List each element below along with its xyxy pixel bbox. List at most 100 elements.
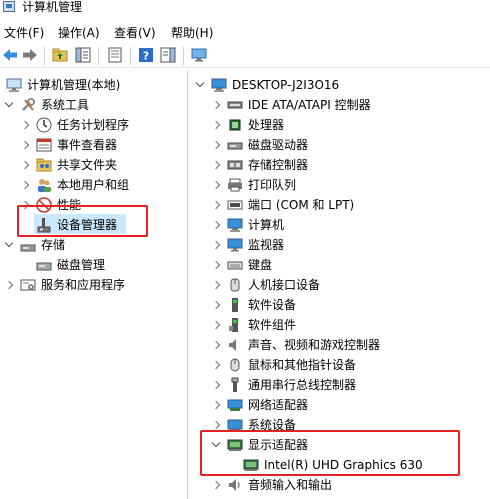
category-label: 软件设备 — [248, 298, 297, 312]
mouse-icon — [227, 357, 243, 373]
chevron-right-icon[interactable] — [4, 280, 14, 290]
tree-label: 服务和应用程序 — [41, 278, 126, 292]
event-viewer-icon — [36, 137, 52, 153]
chevron-right-icon[interactable] — [211, 280, 221, 290]
device-category[interactable]: 声音、视频和游戏控制器 — [211, 335, 380, 355]
chevron-right-icon[interactable] — [211, 120, 221, 130]
chevron-right-icon[interactable] — [211, 220, 221, 230]
title-bar: 计算机管理 — [0, 0, 490, 16]
chevron-right-icon[interactable] — [211, 300, 221, 310]
back-arrow-icon[interactable] — [2, 47, 18, 63]
tree-label: 磁盘管理 — [57, 258, 106, 272]
chevron-right-icon[interactable] — [211, 240, 221, 250]
device-category[interactable]: 计算机 — [211, 215, 284, 235]
chevron-right-icon[interactable] — [211, 400, 221, 410]
disk-drive-icon — [227, 137, 243, 153]
sound-icon — [227, 337, 243, 353]
device-category[interactable]: 端口 (COM 和 LPT) — [211, 195, 354, 215]
menu-action[interactable]: 操作(A) — [58, 24, 100, 41]
storage-controller-icon — [227, 157, 243, 173]
computer-name: DESKTOP-J2I3O16 — [232, 78, 340, 92]
device-category[interactable]: 处理器 — [211, 115, 284, 135]
chevron-right-icon[interactable] — [211, 180, 221, 190]
menu-file[interactable]: 文件(F) — [4, 24, 44, 41]
forward-arrow-icon[interactable] — [22, 47, 38, 63]
chevron-down-icon[interactable] — [4, 100, 14, 110]
window-title: 计算机管理 — [22, 0, 83, 14]
tree-item-system-tools[interactable]: 系统工具 — [4, 95, 89, 115]
tree-label: 共享文件夹 — [57, 158, 118, 172]
computer-management-icon — [6, 77, 22, 93]
chevron-right-icon[interactable] — [211, 480, 221, 490]
device-category[interactable]: 通用串行总线控制器 — [211, 375, 356, 395]
tree-item-disk-management[interactable]: 磁盘管理 — [20, 255, 105, 275]
device-category[interactable]: 打印队列 — [211, 175, 296, 195]
category-label: 音频输入和输出 — [248, 478, 333, 492]
tree-label: 系统工具 — [41, 98, 90, 112]
tree-item-event-viewer[interactable]: 事件查看器 — [20, 135, 117, 155]
ide-controller-icon — [227, 97, 243, 113]
tree-item-services-apps[interactable]: 服务和应用程序 — [4, 275, 125, 295]
up-folder-icon[interactable] — [52, 47, 68, 63]
console-tree: 计算机管理(本地) 系统工具 任务计划程序 事件查看器 共享文件夹 本地用户和组… — [0, 71, 188, 499]
tree-label: 任务计划程序 — [57, 118, 130, 132]
chevron-right-icon[interactable] — [211, 200, 221, 210]
chevron-right-icon[interactable] — [211, 380, 221, 390]
chevron-right-icon[interactable] — [211, 420, 221, 430]
category-label: 端口 (COM 和 LPT) — [248, 198, 355, 212]
monitor-icon[interactable] — [191, 47, 207, 63]
chevron-right-icon[interactable] — [211, 140, 221, 150]
tree-item-shared-folders[interactable]: 共享文件夹 — [20, 155, 117, 175]
chevron-right-icon[interactable] — [211, 340, 221, 350]
computer-icon — [227, 217, 243, 233]
device-category[interactable]: 监视器 — [211, 235, 284, 255]
toolbar: ? — [0, 44, 490, 68]
help-icon[interactable]: ? — [138, 47, 154, 63]
device-category[interactable]: 软件组件 — [211, 315, 296, 335]
chevron-right-icon[interactable] — [20, 180, 30, 190]
toolbar-separator — [183, 47, 184, 65]
menu-help[interactable]: 帮助(H) — [171, 24, 213, 41]
device-category[interactable]: 软件设备 — [211, 295, 296, 315]
network-adapter-icon — [227, 397, 243, 413]
chevron-right-icon[interactable] — [211, 320, 221, 330]
chevron-right-icon[interactable] — [20, 160, 30, 170]
tree-item-task-scheduler[interactable]: 任务计划程序 — [20, 115, 129, 135]
chevron-right-icon[interactable] — [211, 260, 221, 270]
chevron-right-icon[interactable] — [211, 160, 221, 170]
tree-item-computer-management[interactable]: 计算机管理(本地) — [6, 75, 120, 95]
device-category[interactable]: 人机接口设备 — [211, 275, 320, 295]
device-category[interactable]: 磁盘驱动器 — [211, 135, 308, 155]
device-category[interactable]: 存储控制器 — [211, 155, 308, 175]
hid-icon — [227, 277, 243, 293]
chevron-right-icon[interactable] — [211, 100, 221, 110]
device-category[interactable]: 网络适配器 — [211, 395, 308, 415]
chevron-down-icon[interactable] — [4, 240, 14, 250]
category-label: 计算机 — [248, 218, 285, 232]
action-pane-icon[interactable] — [160, 47, 176, 63]
keyboard-icon — [227, 257, 243, 273]
category-label: 处理器 — [248, 118, 285, 132]
device-category-audio-io[interactable]: 音频输入和输出 — [211, 475, 332, 495]
chevron-right-icon[interactable] — [20, 120, 30, 130]
highlight-box-display-adapters — [200, 430, 460, 476]
chevron-right-icon[interactable] — [211, 360, 221, 370]
tree-label: 本地用户和组 — [57, 178, 130, 192]
disk-management-icon — [36, 257, 52, 273]
properties-icon[interactable] — [107, 47, 123, 63]
tree-item-storage[interactable]: 存储 — [4, 235, 65, 255]
device-tree-root[interactable]: DESKTOP-J2I3O16 — [195, 75, 339, 95]
clock-icon — [36, 117, 52, 133]
device-category[interactable]: IDE ATA/ATAPI 控制器 — [211, 95, 371, 115]
device-category[interactable]: 鼠标和其他指针设备 — [211, 355, 356, 375]
menu-view[interactable]: 查看(V) — [114, 24, 156, 41]
category-label: IDE ATA/ATAPI 控制器 — [248, 98, 371, 112]
category-label: 声音、视频和游戏控制器 — [248, 338, 381, 352]
chevron-right-icon[interactable] — [20, 140, 30, 150]
show-hide-tree-icon[interactable] — [75, 47, 91, 63]
chevron-down-icon[interactable] — [195, 80, 205, 90]
category-label: 键盘 — [248, 258, 273, 272]
device-category[interactable]: 键盘 — [211, 255, 272, 275]
tree-item-local-users[interactable]: 本地用户和组 — [20, 175, 129, 195]
menu-bar: 文件(F) 操作(A) 查看(V) 帮助(H) — [0, 20, 490, 42]
